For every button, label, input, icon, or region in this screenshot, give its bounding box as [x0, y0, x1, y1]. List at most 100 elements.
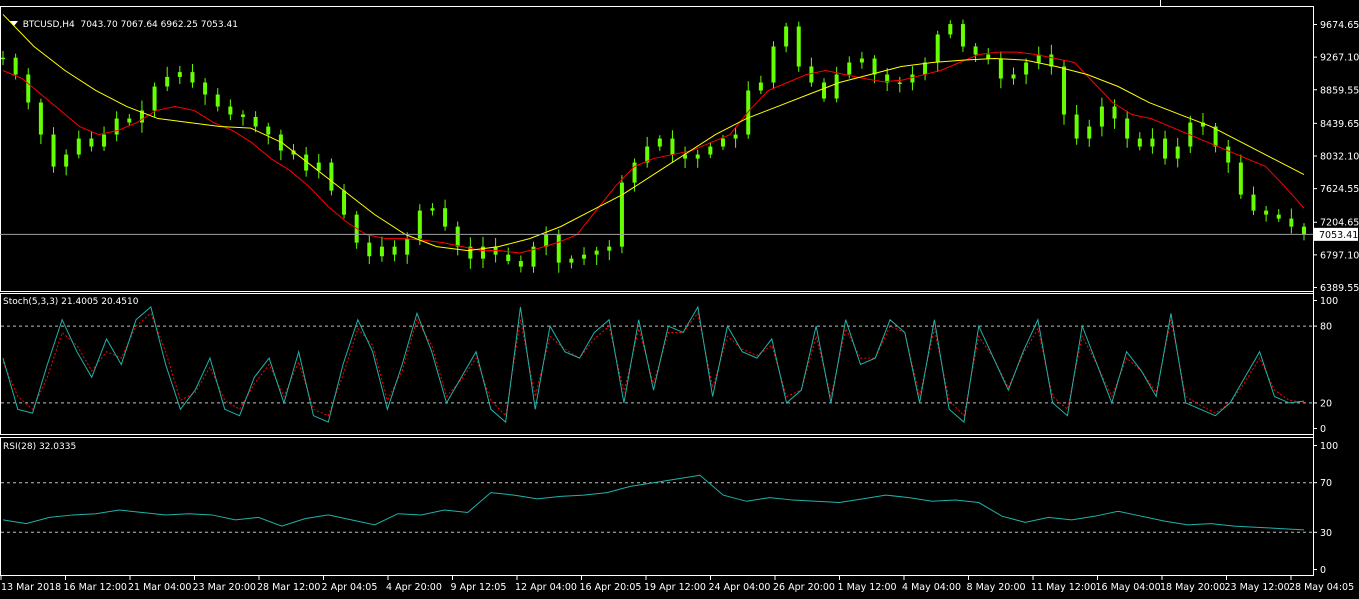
- candle-body: [190, 72, 195, 83]
- time-tick-label: 28 May 04:05: [1289, 582, 1354, 593]
- candle-body: [872, 58, 877, 75]
- price-tick-label: 8859.55: [1320, 85, 1359, 96]
- candle-body: [165, 76, 170, 87]
- price-tick-label: 6797.10: [1320, 250, 1359, 261]
- candle-body: [1112, 106, 1117, 119]
- time-tick-label: 28 Mar 12:00: [257, 582, 320, 593]
- candle-body: [1024, 62, 1029, 75]
- candle-body: [1226, 146, 1231, 163]
- candle-body: [329, 162, 334, 191]
- stoch-tick-label: 80: [1320, 322, 1332, 333]
- time-tick-label: 23 Mar 20:00: [193, 582, 256, 593]
- time-tick-label: 24 Apr 04:00: [709, 582, 771, 593]
- candle-body: [102, 134, 107, 147]
- candle-body: [923, 62, 928, 75]
- candle-body: [1049, 54, 1054, 67]
- candle-body: [405, 238, 410, 255]
- candle-body: [973, 46, 978, 55]
- candle-body: [379, 246, 384, 257]
- stoch-tick-label: 20: [1320, 398, 1332, 409]
- rsi-tick-label: 30: [1320, 528, 1332, 539]
- candle-body: [1137, 138, 1142, 147]
- time-tick-label: 13 Mar 2018: [1, 582, 61, 593]
- candle-body: [986, 54, 991, 59]
- candle-body: [1062, 66, 1067, 115]
- candle-body: [796, 26, 801, 67]
- price-tick-label: 8439.65: [1320, 119, 1359, 130]
- stoch-tick-label: 0: [1320, 424, 1326, 435]
- candle-body: [771, 46, 776, 83]
- candle-body: [152, 86, 157, 111]
- candle-body: [76, 138, 81, 155]
- candle-body: [1238, 162, 1243, 195]
- rsi-tick-label: 100: [1320, 441, 1338, 452]
- candle-body: [670, 138, 675, 155]
- candle-body: [177, 72, 182, 77]
- candle-body: [1125, 118, 1130, 139]
- time-tick-label: 1 May 12:00: [838, 582, 897, 593]
- candle-body: [1175, 146, 1180, 159]
- time-tick-label: 8 May 20:00: [967, 582, 1026, 593]
- time-tick-label: 4 May 04:00: [902, 582, 961, 593]
- candle-body: [1074, 114, 1079, 139]
- candle-body: [556, 234, 561, 263]
- rsi-header: RSI(28) 32.0335: [3, 442, 77, 452]
- candle-body: [1276, 214, 1281, 219]
- symbol-label: BTCUSD,H4: [22, 20, 75, 30]
- candle-body: [758, 82, 763, 91]
- time-tick-label: 16 Mar 12:00: [64, 582, 127, 593]
- rsi-tick-label: 70: [1320, 478, 1332, 489]
- candle-body: [582, 254, 587, 259]
- candle-body: [506, 254, 511, 262]
- candle-body: [228, 106, 233, 115]
- candle: [771, 41, 776, 90]
- chevron-down-icon[interactable]: [9, 21, 18, 26]
- candle-body: [26, 74, 31, 103]
- current-price-label: 7053.41: [1319, 230, 1358, 241]
- candle-body: [51, 134, 56, 167]
- candle-body: [1, 57, 5, 60]
- candle-body: [253, 116, 258, 127]
- candle-body: [1087, 126, 1092, 139]
- price-header[interactable]: BTCUSD,H4 7043.70 7067.64 6962.25 7053.4…: [4, 9, 238, 31]
- candle-body: [316, 162, 321, 171]
- candle-body: [619, 182, 624, 247]
- candle-body: [733, 134, 738, 139]
- trading-chart: 9674.65 9267.10 8859.55 8439.65 8032.10 7624.…: [0, 0, 1359, 599]
- rsi-tick-label: 0: [1320, 565, 1326, 576]
- candle-body: [430, 208, 435, 211]
- price-tick-label: 9674.65: [1320, 20, 1359, 31]
- candle-body: [847, 62, 852, 75]
- time-tick-label: 9 Apr 12:05: [451, 582, 507, 593]
- price-tick-label: 8032.10: [1320, 152, 1359, 163]
- time-tick-label: 2 Apr 04:05: [322, 582, 378, 593]
- price-tick-label: 9267.10: [1320, 53, 1359, 64]
- candle: [619, 175, 624, 254]
- candle-body: [720, 138, 725, 147]
- candle-body: [1011, 74, 1016, 79]
- candle: [329, 158, 334, 196]
- candle-body: [544, 234, 549, 247]
- candle-body: [809, 66, 814, 83]
- candle-body: [708, 146, 713, 155]
- candle: [796, 21, 801, 72]
- candle-body: [392, 246, 397, 255]
- time-tick-label: 21 Mar 04:00: [128, 582, 191, 593]
- candle-body: [784, 26, 789, 47]
- candle-body: [127, 118, 132, 123]
- candle-body: [518, 261, 523, 267]
- price-tick-label: 7204.65: [1320, 218, 1359, 229]
- candle-body: [607, 246, 612, 251]
- time-tick-label: 4 Apr 20:00: [386, 582, 442, 593]
- candle-body: [38, 102, 43, 135]
- candle-body: [455, 226, 460, 247]
- candle-body: [948, 24, 953, 35]
- candle-body: [960, 24, 965, 47]
- candle-body: [1251, 194, 1256, 211]
- time-tick-label: 16 Apr 20:05: [580, 582, 642, 593]
- candle-body: [594, 250, 599, 255]
- candle-body: [203, 82, 208, 95]
- candle-body: [935, 34, 940, 63]
- candle-body: [569, 258, 574, 263]
- time-tick-label: 11 May 12:00: [1031, 582, 1096, 593]
